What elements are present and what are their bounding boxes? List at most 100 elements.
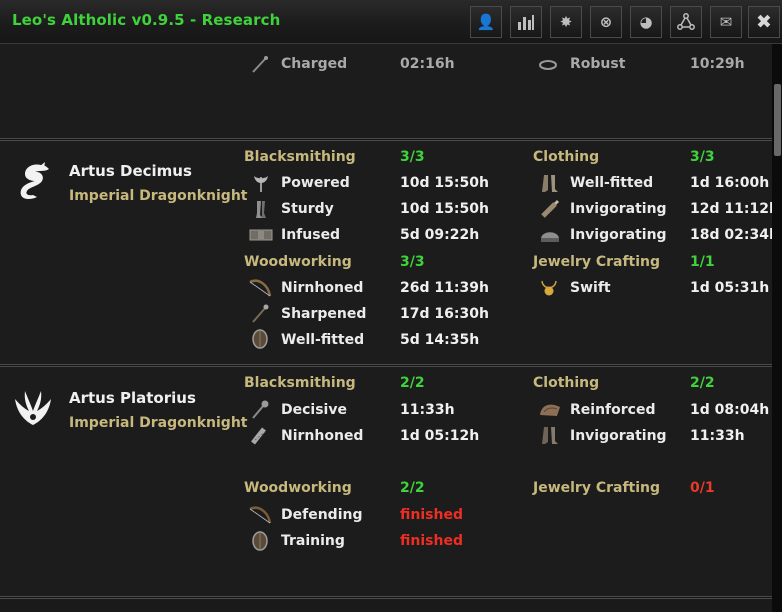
- trait-label: Sharpened: [281, 306, 367, 322]
- close-button[interactable]: ✖: [748, 6, 780, 38]
- nodes-icon: [677, 13, 695, 30]
- trait-label: Invigorating: [570, 428, 667, 444]
- character-block[interactable]: Artus Decimus Imperial Dragonknight Blac…: [0, 140, 772, 365]
- ring-icon: [539, 60, 557, 70]
- trait-label: Nirnhoned: [281, 428, 364, 444]
- craft-label-woodworking: Woodworking: [244, 480, 352, 496]
- trait-label: Defending: [281, 507, 363, 523]
- trait-label: Nirnhoned: [281, 280, 364, 296]
- shield-icon: [252, 531, 268, 551]
- trait-label: Reinforced: [570, 402, 656, 418]
- craft-count: 2/2: [400, 480, 425, 496]
- staff-icon: [252, 56, 268, 73]
- mace-icon: [252, 400, 269, 419]
- research-time: 11:33h: [690, 428, 745, 444]
- research-time: 1d 08:04h: [690, 402, 770, 418]
- research-time: 1d 05:12h: [400, 428, 480, 444]
- belt-icon: [249, 229, 273, 241]
- necklace-icon: [541, 280, 557, 296]
- inventory-button[interactable]: ◕: [630, 6, 662, 38]
- character-block-partial: [0, 598, 772, 612]
- craft-count: 3/3: [690, 149, 715, 165]
- envelope-icon: ✉: [719, 13, 733, 31]
- window-title: Leo's Altholic v0.9.5 - Research: [12, 11, 281, 29]
- research-time: 5d 09:22h: [400, 227, 480, 243]
- research-time: 5d 14:35h: [400, 332, 480, 348]
- craft-count: 3/3: [400, 254, 425, 270]
- trait-label: Swift: [570, 280, 611, 296]
- dragon-emblem-icon: [20, 162, 49, 200]
- helmet-icon: [541, 232, 559, 242]
- character-name: Artus Decimus: [69, 162, 192, 180]
- staff-icon: [252, 304, 269, 323]
- bow-icon: [249, 506, 272, 524]
- stats-button[interactable]: [510, 6, 542, 38]
- scrollbar[interactable]: [772, 44, 782, 612]
- bow-icon: [249, 279, 272, 297]
- craft-label-woodworking: Woodworking: [244, 254, 352, 270]
- greaves-icon: [256, 201, 266, 218]
- craft-label-blacksmithing: Blacksmithing: [244, 149, 356, 165]
- research-time: 11:33h: [400, 402, 455, 418]
- research-status-finished: finished: [400, 533, 463, 549]
- bracers-icon: [541, 199, 560, 218]
- gauntlet-icon: [251, 427, 266, 445]
- trait-label: Powered: [281, 175, 350, 191]
- shoulder-icon: [540, 404, 560, 416]
- craft-count: 2/2: [690, 375, 715, 391]
- research-time: 10d 15:50h: [400, 175, 489, 191]
- craft-label-jewelry: Jewelry Crafting: [533, 254, 661, 270]
- crossed-swords-icon: ⊗: [599, 13, 613, 31]
- close-icon: ✖: [756, 11, 772, 33]
- person-icon: 👤: [476, 13, 496, 31]
- craft-count: 0/1: [690, 480, 715, 496]
- character-name: Artus Platorius: [69, 389, 196, 407]
- character-block-partial: Charged 02:16h Robust 10:29h: [0, 44, 772, 139]
- craft-label-blacksmithing: Blacksmithing: [244, 375, 356, 391]
- trait-label: Decisive: [281, 402, 347, 418]
- craft-label-clothing: Clothing: [533, 149, 600, 165]
- trait-label: Well-fitted: [570, 175, 654, 191]
- research-time: 02:16h: [400, 56, 455, 72]
- trait-label: Robust: [570, 56, 626, 72]
- title-bar[interactable]: Leo's Altholic v0.9.5 - Research 👤 ✸ ⊗ ◕…: [0, 0, 782, 44]
- research-time: 18d 02:34h: [690, 227, 772, 243]
- shield-icon: [252, 329, 268, 349]
- characters-button[interactable]: 👤: [470, 6, 502, 38]
- skills-button[interactable]: ⊗: [590, 6, 622, 38]
- research-status-finished: finished: [400, 507, 463, 523]
- craft-count: 2/2: [400, 375, 425, 391]
- bar-chart-icon: [518, 15, 534, 30]
- axe-icon: [254, 176, 268, 192]
- character-race-class: Imperial Dragonknight: [69, 415, 248, 431]
- trait-label: Infused: [281, 227, 341, 243]
- research-time: 26d 11:39h: [400, 280, 489, 296]
- trait-label: Training: [281, 533, 345, 549]
- trait-label: Sturdy: [281, 201, 334, 217]
- trait-label: Invigorating: [570, 201, 667, 217]
- riding-button[interactable]: [670, 6, 702, 38]
- trait-label: Invigorating: [570, 227, 667, 243]
- research-time: 17d 16:30h: [400, 306, 489, 322]
- bird-emblem-icon: [15, 391, 51, 425]
- craft-count: 1/1: [690, 254, 715, 270]
- trait-label: Charged: [281, 56, 348, 72]
- scrollbar-thumb[interactable]: [774, 84, 781, 156]
- research-time: 1d 16:00h: [690, 175, 770, 191]
- burst-icon: ✸: [559, 13, 573, 31]
- research-time: 1d 05:31h: [690, 280, 770, 296]
- craft-label-jewelry: Jewelry Crafting: [533, 480, 661, 496]
- bag-icon: ◕: [639, 13, 653, 31]
- boots-icon: [542, 175, 558, 192]
- research-time: 10d 15:50h: [400, 201, 489, 217]
- character-race-class: Imperial Dragonknight: [69, 188, 248, 204]
- research-time: 10:29h: [690, 56, 745, 72]
- character-block[interactable]: Artus Platorius Imperial Dragonknight Bl…: [0, 366, 772, 597]
- research-time: 12d 11:12h: [690, 201, 772, 217]
- research-list[interactable]: Charged 02:16h Robust 10:29h Artus Decim…: [0, 44, 772, 612]
- mail-button[interactable]: ✉: [710, 6, 742, 38]
- craft-label-clothing: Clothing: [533, 375, 600, 391]
- research-button[interactable]: ✸: [550, 6, 582, 38]
- boots-icon: [542, 427, 558, 444]
- craft-count: 3/3: [400, 149, 425, 165]
